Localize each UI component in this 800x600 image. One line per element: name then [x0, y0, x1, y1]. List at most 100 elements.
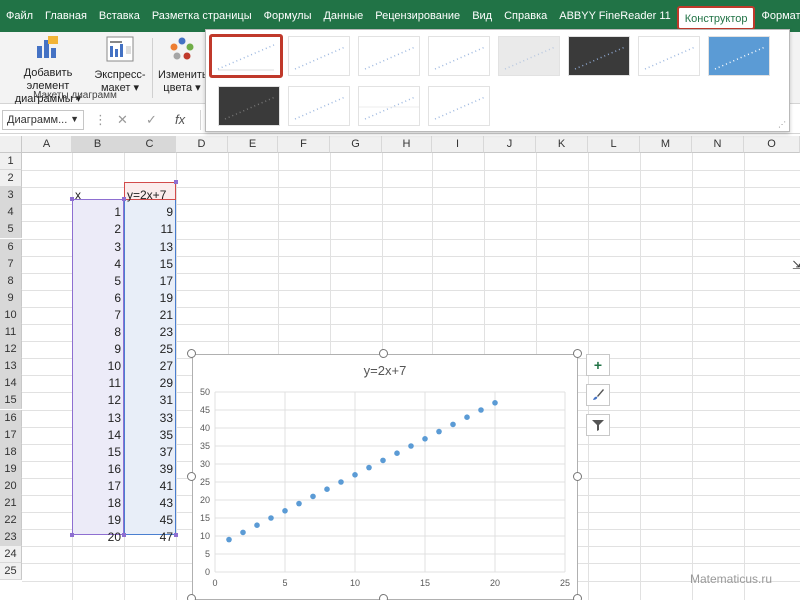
- row-header-10[interactable]: 10: [0, 306, 22, 324]
- cell-x-value[interactable]: 11: [72, 375, 124, 392]
- tab-item[interactable]: Вид: [466, 0, 498, 32]
- cell-y-value[interactable]: 31: [124, 392, 176, 409]
- chart-style-2[interactable]: [288, 36, 350, 76]
- column-header-A[interactable]: A: [22, 136, 72, 153]
- range-handle[interactable]: [70, 533, 74, 537]
- cell-x-value[interactable]: 18: [72, 495, 124, 512]
- chart-style-6[interactable]: [568, 36, 630, 76]
- tab-item[interactable]: Формулы: [258, 0, 318, 32]
- cell-x-value[interactable]: 9: [72, 341, 124, 358]
- cell-x-value[interactable]: 8: [72, 324, 124, 341]
- column-header-J[interactable]: J: [484, 136, 536, 153]
- data-point[interactable]: [394, 450, 400, 456]
- cell-x-value[interactable]: 2: [72, 221, 124, 238]
- row-header-19[interactable]: 19: [0, 460, 22, 478]
- scatter-chart[interactable]: y=2x+7 0 5 10 15 20 25 30 35 40 45 50 0 5 10 15 20 25: [192, 354, 578, 600]
- cell-x-value[interactable]: 19: [72, 512, 124, 529]
- row-header-16[interactable]: 16: [0, 409, 22, 427]
- cell-y-value[interactable]: 37: [124, 444, 176, 461]
- range-handle[interactable]: [122, 197, 126, 201]
- cell-x-value[interactable]: 16: [72, 461, 124, 478]
- chart-style-12[interactable]: [428, 86, 490, 126]
- data-point[interactable]: [408, 443, 414, 449]
- row-header-6[interactable]: 6: [0, 238, 22, 256]
- data-point[interactable]: [226, 536, 232, 543]
- cell-y-value[interactable]: 13: [124, 239, 176, 256]
- cell-y-value[interactable]: 15: [124, 256, 176, 273]
- range-handle[interactable]: [174, 533, 178, 537]
- row-header-11[interactable]: 11: [0, 324, 22, 341]
- data-point[interactable]: [268, 515, 274, 521]
- cell-x-value[interactable]: 3: [72, 239, 124, 256]
- data-point[interactable]: [450, 421, 456, 428]
- chart-style-3[interactable]: [358, 36, 420, 76]
- cell-y-value[interactable]: 41: [124, 478, 176, 495]
- row-header-18[interactable]: 18: [0, 443, 22, 461]
- row-header-7[interactable]: 7: [0, 255, 22, 273]
- data-point[interactable]: [366, 464, 372, 471]
- range-handle[interactable]: [70, 197, 74, 201]
- column-header-K[interactable]: K: [536, 136, 588, 153]
- cell-x-value[interactable]: 20: [72, 529, 124, 546]
- cell-y-value[interactable]: 45: [124, 512, 176, 529]
- tab-design[interactable]: Конструктор: [676, 6, 756, 30]
- row-header-14[interactable]: 14: [0, 375, 22, 393]
- column-header-M[interactable]: M: [640, 136, 692, 153]
- chart-style-9[interactable]: [218, 86, 280, 126]
- cell-x-value[interactable]: 1: [72, 204, 124, 221]
- row-header-24[interactable]: 24: [0, 546, 22, 564]
- chart-resize-handle[interactable]: [379, 594, 388, 600]
- row-header-2[interactable]: 2: [0, 170, 22, 188]
- cell-B3[interactable]: x: [72, 187, 84, 204]
- cell-x-value[interactable]: 10: [72, 358, 124, 375]
- tab-item[interactable]: Рецензирование: [369, 0, 466, 32]
- row-header-20[interactable]: 20: [0, 477, 22, 495]
- cell-y-value[interactable]: 35: [124, 427, 176, 444]
- row-header-4[interactable]: 4: [0, 204, 22, 222]
- column-header-G[interactable]: G: [330, 136, 382, 153]
- data-point[interactable]: [492, 400, 498, 406]
- cell-x-value[interactable]: 13: [72, 410, 124, 427]
- select-all-corner[interactable]: [0, 136, 22, 153]
- change-colors-button[interactable]: Изменить цвета ▾: [158, 36, 208, 95]
- cell-y-value[interactable]: 17: [124, 273, 176, 290]
- chart-filters-button[interactable]: [586, 414, 610, 436]
- tab-format[interactable]: Формат: [755, 0, 800, 32]
- chevron-down-icon[interactable]: ▼: [70, 114, 79, 124]
- row-header-25[interactable]: 25: [0, 563, 22, 581]
- range-handle[interactable]: [174, 180, 178, 184]
- chart-elements-button[interactable]: +: [586, 354, 610, 376]
- column-header-E[interactable]: E: [228, 136, 278, 153]
- data-point[interactable]: [282, 508, 288, 514]
- tab-item[interactable]: Вставка: [93, 0, 146, 32]
- column-header-H[interactable]: H: [382, 136, 432, 153]
- column-header-D[interactable]: D: [176, 136, 228, 153]
- chart-style-5[interactable]: [498, 36, 560, 76]
- chart-resize-handle[interactable]: [379, 349, 388, 358]
- row-header-8[interactable]: 8: [0, 272, 22, 290]
- tab-item[interactable]: Файл: [0, 0, 39, 32]
- quick-layout-button[interactable]: Экспресс-макет ▾: [94, 36, 146, 95]
- cell-x-value[interactable]: 12: [72, 392, 124, 409]
- cell-x-value[interactable]: 17: [72, 478, 124, 495]
- cell-x-value[interactable]: 6: [72, 290, 124, 307]
- tab-item[interactable]: Данные: [317, 0, 369, 32]
- confirm-icon[interactable]: ✓: [146, 112, 157, 128]
- chart-resize-handle[interactable]: [187, 472, 196, 481]
- chart-resize-handle[interactable]: [573, 349, 582, 358]
- row-header-13[interactable]: 13: [0, 358, 22, 376]
- row-header-23[interactable]: 23: [0, 529, 22, 547]
- cell-y-value[interactable]: 47: [124, 529, 176, 546]
- row-header-21[interactable]: 21: [0, 495, 22, 512]
- data-point[interactable]: [422, 436, 428, 442]
- fx-icon[interactable]: fx: [175, 112, 185, 127]
- data-point[interactable]: [338, 479, 344, 485]
- column-header-L[interactable]: L: [588, 136, 640, 153]
- name-box[interactable]: Диаграмм... ▼: [2, 110, 84, 130]
- chart-style-1[interactable]: [209, 34, 283, 78]
- cell-y-value[interactable]: 19: [124, 290, 176, 307]
- row-header-17[interactable]: 17: [0, 426, 22, 444]
- tab-item[interactable]: Справка: [498, 0, 553, 32]
- data-point[interactable]: [240, 529, 246, 536]
- tab-item[interactable]: Главная: [39, 0, 93, 32]
